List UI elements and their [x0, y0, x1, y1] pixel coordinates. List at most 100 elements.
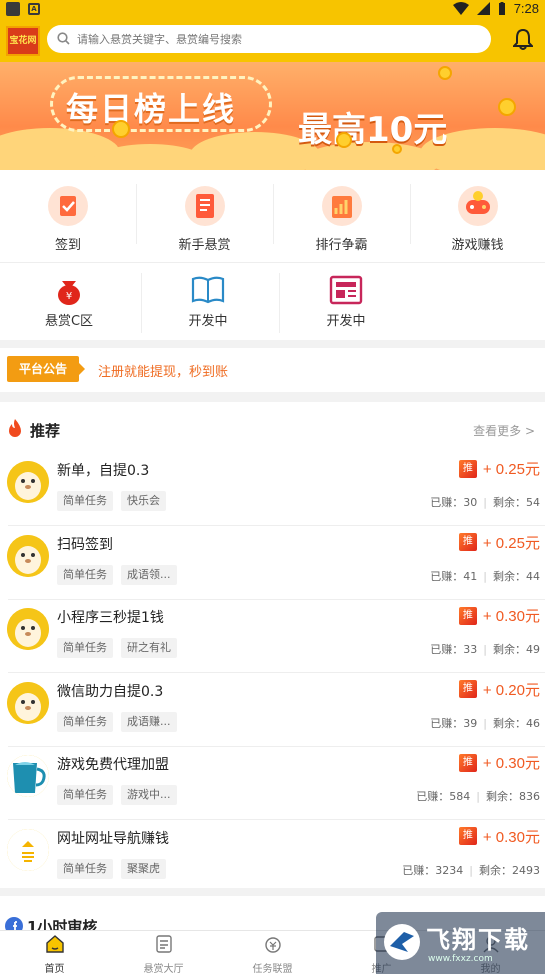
watermark-title: 飞翔下载	[426, 926, 530, 954]
left-count: 46	[526, 716, 540, 730]
task-stats: 已赚：30 | 剩余：54	[430, 496, 540, 509]
game-money-icon	[457, 186, 498, 226]
tab-home[interactable]: 首页	[0, 931, 109, 974]
status-bar: A 7:28	[0, 0, 545, 18]
search-icon	[57, 32, 70, 45]
grid-label: 签到	[54, 238, 81, 253]
banner-subtitle: 最高10元	[298, 110, 448, 150]
coin-icon	[498, 98, 516, 116]
feature-grid: 签到 新手悬赏 排行争霸 游戏赚钱 ¥ 悬赏C区 开发中 开发中	[0, 170, 545, 340]
left-count: 49	[526, 643, 540, 656]
task-item[interactable]: 微信助力自提0.3 简单任务 成语赚... 推 + 0.20元 已赚：39 | 剩余：46	[0, 673, 545, 747]
task-stats: 已赚：39 | 剩余：46	[430, 716, 540, 730]
task-avatar	[7, 461, 49, 503]
grid-item-checkin[interactable]: 签到	[0, 170, 136, 262]
task-tag: 简单任务	[57, 638, 113, 658]
search-input[interactable]	[77, 29, 477, 49]
task-stats: 已赚：41 | 剩余：44	[430, 569, 540, 583]
left-count: 2493	[512, 863, 540, 877]
earned-label: 已赚：	[430, 716, 464, 730]
announcement-bar[interactable]: 平台公告 注册就能提现，秒到账	[0, 348, 545, 392]
earned-count: 41	[463, 569, 478, 583]
recommend-header: 推荐 查看更多 >	[0, 402, 545, 452]
task-item[interactable]: 扫码签到 简单任务 成语领... 推 + 0.25元 已赚：41 | 剩余：44	[0, 526, 545, 600]
bell-icon[interactable]	[513, 28, 533, 50]
list-icon	[155, 935, 172, 953]
promo-banner[interactable]: 每日榜上线 最高10元	[0, 62, 545, 170]
tab-label: 悬赏大厅	[143, 964, 184, 974]
task-reward: + 0.30元	[482, 608, 540, 625]
app-notification-icon: A	[28, 3, 40, 15]
notification-icon	[6, 2, 20, 16]
watermark-logo: 飞翔下载 www.fxxz.com	[376, 912, 545, 974]
newbie-reward-icon	[184, 186, 225, 226]
coin-icon	[392, 144, 402, 154]
task-stats: 已赚：584 | 剩余：836	[416, 790, 540, 803]
grid-item-ranking[interactable]: 排行争霸	[273, 170, 410, 262]
task-tag: 成语赚...	[121, 711, 177, 732]
task-name: 新单，自提0.3	[57, 463, 150, 479]
grid-item-dev-2[interactable]: 开发中	[278, 263, 414, 340]
left-count: 54	[526, 496, 540, 509]
task-tag: 简单任务	[57, 785, 113, 805]
grid-item-dev-1[interactable]: 开发中	[138, 263, 278, 340]
ranking-icon	[321, 186, 362, 226]
coin-icon	[112, 120, 130, 138]
earned-count: 3234	[435, 863, 464, 877]
earned-label: 已赚：	[402, 863, 436, 877]
left-label: 剩余：	[486, 790, 519, 803]
task-reward: + 0.20元	[482, 681, 540, 699]
task-stats: 已赚：33 | 剩余：49	[430, 643, 540, 656]
status-time: 7:28	[513, 1, 539, 16]
task-tag: 聚聚虎	[121, 858, 166, 879]
grid-label: 开发中	[326, 314, 366, 329]
coin-icon	[336, 132, 352, 148]
earned-label: 已赚：	[416, 790, 450, 803]
recommend-badge: 推	[458, 606, 477, 625]
coin-icon	[438, 66, 452, 80]
recommend-badge: 推	[458, 533, 477, 551]
grid-item-reward-c[interactable]: ¥ 悬赏C区	[0, 263, 138, 340]
app-logo: 宝花网	[6, 26, 40, 56]
task-name: 扫码签到	[57, 536, 113, 553]
recommend-section: 推荐 查看更多 > 新单，自提0.3 简单任务 快乐会推 + 0.25元 已赚：30 | 剩…	[0, 402, 545, 888]
tab-task-alliance[interactable]: 任务联盟	[218, 931, 327, 974]
grid-label: 游戏赚钱	[451, 238, 504, 253]
task-reward: + 0.30元	[482, 828, 540, 846]
money-icon	[264, 937, 281, 953]
recommend-badge: 推	[458, 753, 477, 772]
task-item[interactable]: 小程序三秒提1钱 简单任务 研之有礼 推 + 0.30元 已赚：33 | 剩余：49	[0, 599, 545, 673]
task-item[interactable]: 游戏免费代理加盟 简单任务 游戏中... 推 + 0.30元 已赚：584 | 剩余：836	[0, 746, 545, 820]
view-more-link[interactable]: 查看更多 >	[473, 422, 535, 439]
task-avatar	[7, 828, 49, 871]
tab-reward-hall[interactable]: 悬赏大厅	[109, 931, 218, 974]
earned-count: 33	[463, 643, 478, 656]
grid-item-newbie-reward[interactable]: 新手悬赏	[136, 170, 273, 262]
grid-label: 排行争霸	[315, 238, 368, 253]
task-tag: 研之有礼	[121, 638, 177, 658]
watermark-bird-icon	[384, 924, 420, 960]
task-tag: 简单任务	[57, 491, 113, 511]
task-price: 推 + 0.25元	[458, 532, 540, 553]
search-bar[interactable]	[47, 25, 491, 53]
earned-label: 已赚：	[430, 496, 464, 509]
task-item[interactable]: 网址网址导航赚钱 简单任务 聚聚虎 推 + 0.30元 已赚：3234 | 剩余：2493	[0, 820, 545, 894]
recommend-badge: 推	[458, 459, 477, 478]
battery-icon	[498, 1, 505, 15]
svg-text:¥: ¥	[66, 291, 72, 302]
task-tags: 简单任务 聚聚虎	[57, 858, 166, 879]
task-item[interactable]: 新单，自提0.3 简单任务 快乐会 推 + 0.25元 已赚：30 | 剩余：54	[0, 452, 545, 526]
home-icon	[45, 935, 64, 953]
task-tag: 简单任务	[57, 711, 113, 732]
task-avatar	[7, 534, 49, 577]
task-price: 推 + 0.30元	[458, 605, 540, 626]
task-avatar	[7, 681, 49, 724]
task-tags: 简单任务 游戏中...	[57, 785, 177, 805]
banner-title: 每日榜上线	[66, 90, 237, 128]
earned-label: 已赚：	[430, 569, 464, 583]
earned-count: 30	[463, 496, 478, 509]
top-header: 宝花网	[0, 18, 545, 62]
earned-count: 584	[449, 790, 471, 803]
grid-item-game-money[interactable]: 游戏赚钱	[410, 170, 545, 262]
left-label: 剩余：	[493, 716, 526, 730]
